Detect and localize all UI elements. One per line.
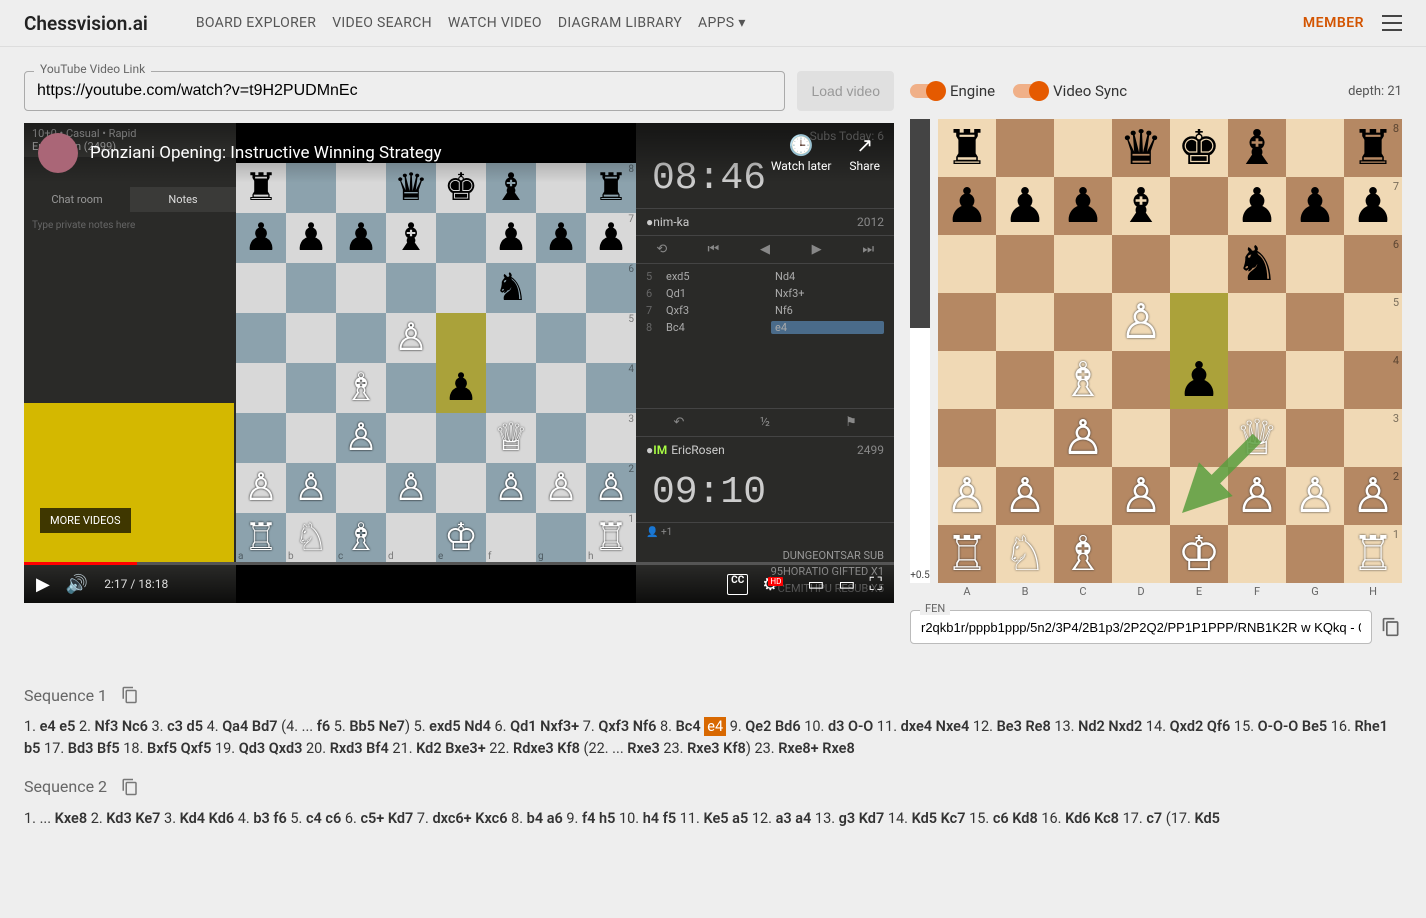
move-list: 5exd5Nd46Qd1Nxf3+7Qxf3Nf68Bc4e4 <box>636 264 894 408</box>
share-icon: ↗ <box>849 133 880 157</box>
copy-sequence-icon[interactable] <box>119 684 141 706</box>
nav-board-explorer[interactable]: BOARD EXPLORER <box>196 9 316 37</box>
url-field-wrapper: YouTube Video Link <box>24 71 785 111</box>
video-time: 2:17 / 18:18 <box>104 577 168 591</box>
move-sequence[interactable]: 1. ... Kxe8 2. Kd3 Ke7 3. Kd4 Kd6 4. b3 … <box>24 808 1402 830</box>
sequence-title: Sequence 2 <box>24 777 107 796</box>
youtube-url-input[interactable] <box>24 71 785 111</box>
embedded-chess-board: ♜♛♚♝♜8♟♟♟♝♟♟♟7♞6♙5♗♟4♙♕3♙♙♙♙♙♙2♖a♘b♗cd♔e… <box>236 163 636 563</box>
notes-tab: Notes <box>130 187 236 212</box>
logo[interactable]: Chessvision.ai <box>24 12 148 35</box>
chat-tab: Chat room <box>24 187 130 212</box>
flag-icon: ⚑ <box>808 409 894 436</box>
nav-watch-video[interactable]: WATCH VIDEO <box>448 9 542 37</box>
copy-sequence-icon[interactable] <box>119 776 141 798</box>
fen-legend: FEN <box>920 602 950 615</box>
video-sync-toggle[interactable]: Video Sync <box>1013 82 1127 100</box>
nav-fwd-icon: ▶ <box>791 236 843 263</box>
file-labels: ABCDEFGH <box>938 583 1402 598</box>
nav-apps[interactable]: APPS ▾ <box>698 9 746 37</box>
share-button[interactable]: ↗ Share <box>849 133 880 173</box>
play-icon[interactable]: ▶ <box>36 574 50 595</box>
rating-top: 2012 <box>857 215 884 229</box>
volume-icon[interactable]: 🔊 <box>66 574 88 595</box>
webcam-feed <box>24 403 234 563</box>
fullscreen-icon[interactable]: ⛶ <box>869 574 882 595</box>
more-videos-button[interactable]: MORE VIDEOS <box>40 508 131 533</box>
fen-input[interactable] <box>910 610 1372 644</box>
app-header: Chessvision.ai BOARD EXPLORER VIDEO SEAR… <box>0 0 1426 47</box>
nav-back-fast-icon: ⏮ <box>688 236 740 263</box>
youtube-icon[interactable]: ▭ <box>807 574 824 595</box>
notes-placeholder: Type private notes here <box>24 212 236 239</box>
depth-label: depth: 21 <box>1348 84 1402 99</box>
im-tag: IM <box>653 443 667 457</box>
watch-later-icon: 🕒 <box>771 133 832 157</box>
undo-icon: ↶ <box>636 409 722 436</box>
move-sequence[interactable]: 1. e4 e5 2. Nf3 Nc6 3. c3 d5 4. Qa4 Bd7 … <box>24 716 1402 760</box>
nav-video-search[interactable]: VIDEO SEARCH <box>332 9 432 37</box>
engine-toggle[interactable]: Engine <box>910 82 995 100</box>
clock-bottom: 09:10 <box>636 463 894 523</box>
eval-value: +0.5 <box>910 568 930 583</box>
nav-menu: BOARD EXPLORER VIDEO SEARCH WATCH VIDEO … <box>196 9 746 37</box>
copy-fen-icon[interactable] <box>1380 616 1402 638</box>
nav-last-icon: ⏭ <box>842 236 894 263</box>
settings-icon[interactable]: ⚙HD <box>762 574 793 595</box>
sequence-title: Sequence 1 <box>24 686 107 705</box>
player-bottom: EricRosen <box>671 443 857 457</box>
spectators: 👤 +1 <box>636 523 894 542</box>
member-link[interactable]: MEMBER <box>1303 15 1364 31</box>
lichess-right-panel: Subs Today: 6 08:46 ● nim-ka 2012 ⟲ ⏮ ◀ … <box>636 123 894 603</box>
nav-diagram-library[interactable]: DIAGRAM LIBRARY <box>558 9 682 37</box>
theater-icon[interactable]: ▭ <box>838 574 855 595</box>
nav-back-icon: ◀ <box>739 236 791 263</box>
rating-bottom: 2499 <box>857 443 884 457</box>
channel-avatar[interactable] <box>38 133 78 173</box>
sequences-section: Sequence 1 1. e4 e5 2. Nf3 Nc6 3. c3 d5 … <box>0 668 1426 918</box>
load-video-button[interactable]: Load video <box>797 71 894 111</box>
main-chess-board[interactable]: ♜♛♚♝♜8♟♟♟♝♟♟♟7♞6♙5♗♟4♙♕3♙♙♙♙♙♙2♖♘♗♔♖1 <box>938 119 1402 583</box>
url-legend: YouTube Video Link <box>34 62 151 76</box>
dropdown-icon: ▾ <box>738 15 745 31</box>
nav-first-icon: ⟲ <box>636 236 688 263</box>
video-title[interactable]: Ponziani Opening: Instructive Winning St… <box>90 143 753 163</box>
menu-icon[interactable] <box>1382 15 1402 31</box>
player-top: nim-ka <box>653 215 857 229</box>
video-player[interactable]: 10+0 • Casual • Rapid EricRosen (2499) C… <box>24 123 894 603</box>
cc-icon[interactable]: CC <box>727 574 748 595</box>
watch-later-button[interactable]: 🕒 Watch later <box>771 133 832 173</box>
eval-bar: +0.5 <box>910 119 930 583</box>
